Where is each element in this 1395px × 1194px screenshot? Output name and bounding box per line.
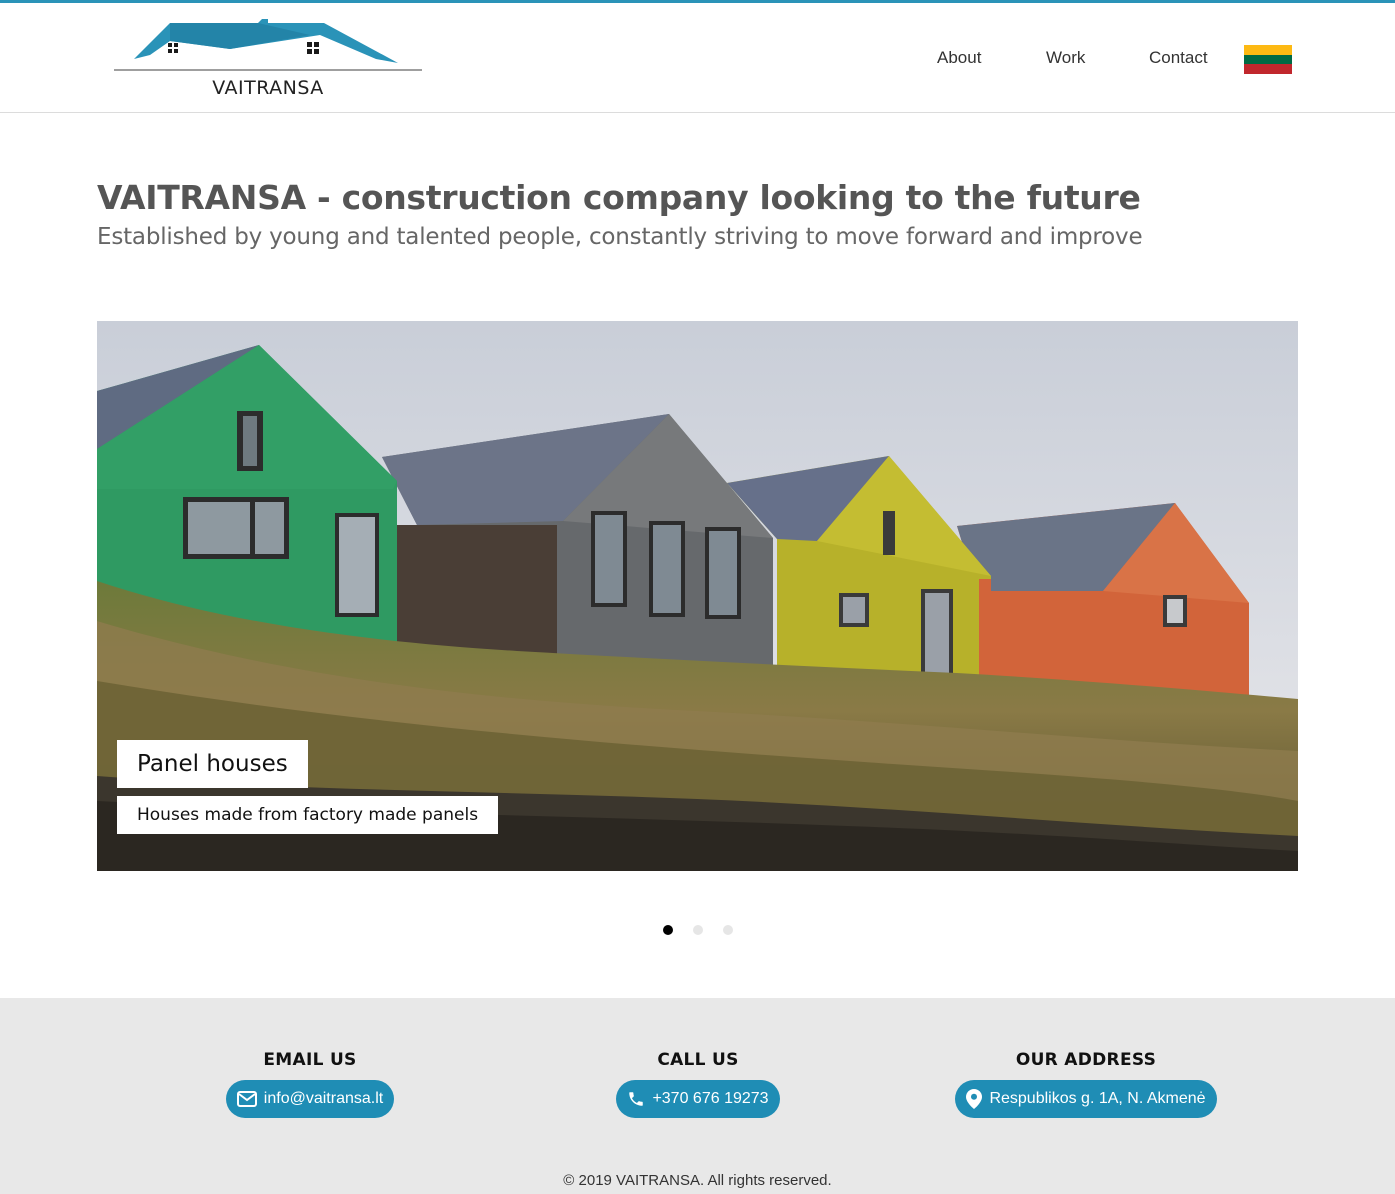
map-pin-icon xyxy=(966,1089,983,1109)
email-value: info@vaitransa.lt xyxy=(263,1090,384,1107)
footer-email: EMAIL US info@vaitransa.lt xyxy=(130,1050,490,1118)
colorful-houses-image xyxy=(97,321,1298,871)
nav-about[interactable]: About xyxy=(937,48,981,68)
site-logo[interactable]: VAITRANSA xyxy=(110,15,426,101)
slider-dot-3[interactable] xyxy=(723,925,733,935)
address-button[interactable]: Respublikos g. 1A, N. Akmenė xyxy=(955,1080,1217,1118)
slide-caption-title: Panel houses xyxy=(117,740,308,788)
footer-address: OUR ADDRESS Respublikos g. 1A, N. Akmenė xyxy=(906,1050,1266,1118)
logo-wordmark: VAITRANSA xyxy=(212,77,324,99)
footer-phone: CALL US +370 676 19273 xyxy=(518,1050,878,1118)
slider-dot-1[interactable] xyxy=(663,925,673,935)
roof-logo-icon xyxy=(114,19,422,71)
lithuania-flag-icon[interactable] xyxy=(1244,45,1292,74)
address-value: Respublikos g. 1A, N. Akmenė xyxy=(989,1090,1206,1107)
nav-work[interactable]: Work xyxy=(1046,48,1085,68)
email-button[interactable]: info@vaitransa.lt xyxy=(225,1080,395,1118)
phone-button[interactable]: +370 676 19273 xyxy=(616,1080,780,1118)
phone-heading: CALL US xyxy=(657,1050,739,1070)
page-subtitle: Established by young and talented people… xyxy=(97,224,1143,250)
email-heading: EMAIL US xyxy=(263,1050,357,1070)
copyright-text: © 2019 VAITRANSA. All rights reserved. xyxy=(563,1172,832,1189)
site-footer: EMAIL US info@vaitransa.lt CALL US +370 … xyxy=(0,998,1395,1194)
page-title: VAITRANSA - construction company looking… xyxy=(97,178,1141,217)
phone-icon xyxy=(629,1092,644,1106)
mail-icon xyxy=(236,1091,257,1107)
address-heading: OUR ADDRESS xyxy=(1015,1050,1157,1070)
phone-value: +370 676 19273 xyxy=(652,1090,769,1107)
slide-caption-text: Houses made from factory made panels xyxy=(117,796,499,834)
hero-slider[interactable]: Panel houses Houses made from factory ma… xyxy=(97,321,1298,871)
slider-dot-2[interactable] xyxy=(693,925,703,935)
site-header: VAITRANSA About Work Contact xyxy=(0,3,1395,113)
nav-contact[interactable]: Contact xyxy=(1149,48,1208,68)
